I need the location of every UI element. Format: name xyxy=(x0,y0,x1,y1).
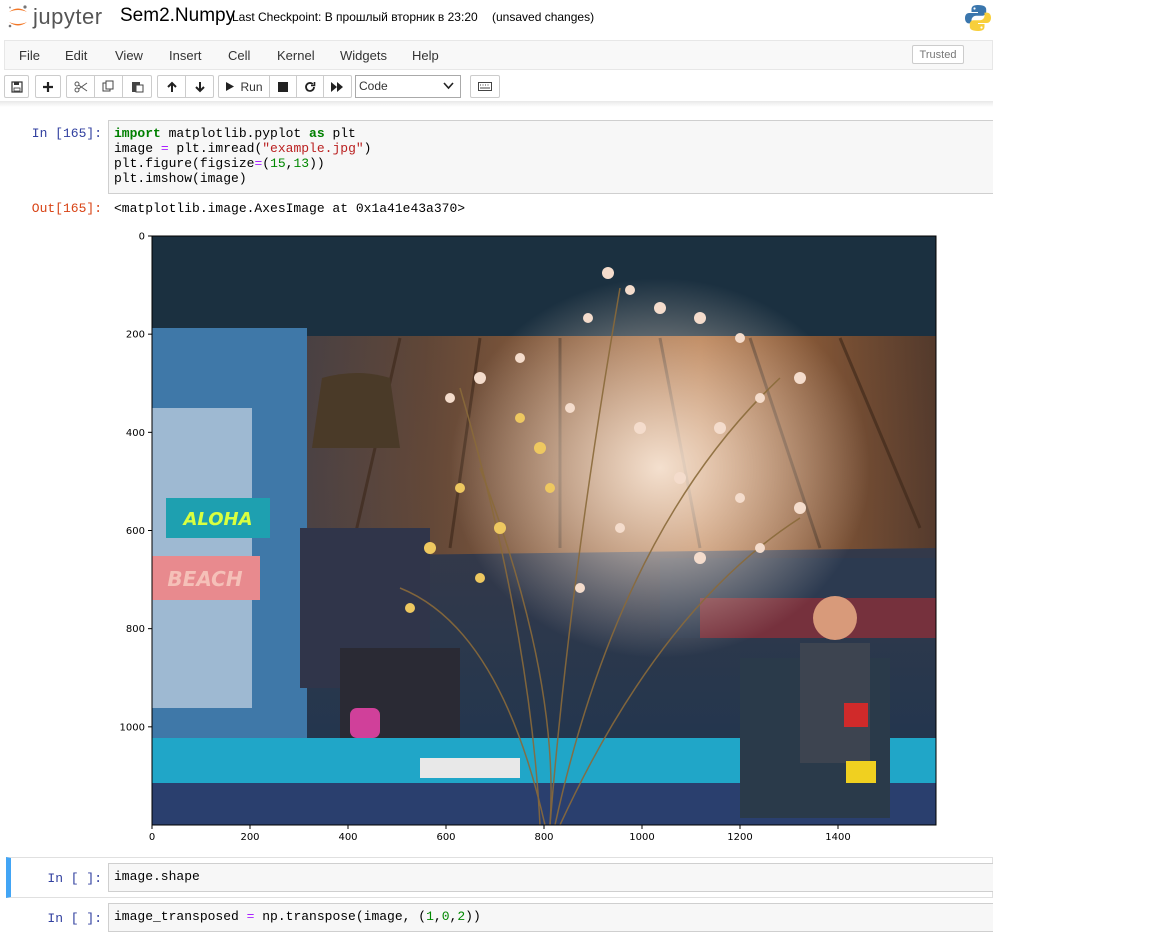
run-label: Run xyxy=(240,79,263,94)
paste-button[interactable] xyxy=(122,75,152,98)
cell-type-select[interactable]: Code xyxy=(355,75,461,98)
toolbar: Run xyxy=(0,72,993,102)
menu-view[interactable]: View xyxy=(115,48,143,63)
move-down-button[interactable] xyxy=(185,75,214,98)
run-button[interactable]: Run xyxy=(218,75,270,98)
code-input[interactable]: image.shape xyxy=(108,863,993,892)
scissors-icon xyxy=(74,81,87,92)
input-prompt: In [ ]: xyxy=(47,911,102,926)
keyboard-icon xyxy=(478,82,492,91)
notebook-header: jupyter Sem2.Numpy Last Checkpoint: В пр… xyxy=(0,0,993,40)
cell-type-value: Code xyxy=(359,79,388,93)
y-tick-label: 0 xyxy=(139,232,145,243)
menu-kernel[interactable]: Kernel xyxy=(277,48,315,63)
y-tick-label: 1000 xyxy=(120,722,145,733)
command-palette-button[interactable] xyxy=(470,75,500,98)
y-tick-label: 400 xyxy=(126,428,145,439)
jupyter-wordmark: jupyter xyxy=(33,4,103,29)
y-axis: 0 200 400 600 800 1000 xyxy=(120,232,152,733)
cut-button[interactable] xyxy=(66,75,95,98)
x-tick-label: 400 xyxy=(338,832,357,843)
x-tick-label: 0 xyxy=(149,832,155,843)
menu-cell[interactable]: Cell xyxy=(228,48,250,63)
menu-help[interactable]: Help xyxy=(412,48,439,63)
code-line: image.shape xyxy=(114,869,200,884)
header-shadow xyxy=(0,101,993,107)
menu-file[interactable]: File xyxy=(19,48,40,63)
code-input[interactable]: image_transposed = np.transpose(image, (… xyxy=(108,903,993,932)
code-line: image = plt.imread("example.jpg") xyxy=(114,141,372,156)
output-prompt: Out[165]: xyxy=(31,201,102,216)
arrow-down-icon xyxy=(194,81,205,92)
x-axis: 0 200 400 600 800 1000 1200 1400 xyxy=(149,825,851,843)
neon-sign-text: BEACH xyxy=(167,567,242,591)
copy-icon xyxy=(102,80,114,92)
input-prompt: In [165]: xyxy=(31,126,102,141)
code-line: image_transposed = np.transpose(image, (… xyxy=(114,909,481,924)
restart-icon xyxy=(305,81,316,92)
copy-button[interactable] xyxy=(94,75,123,98)
restart-button[interactable] xyxy=(296,75,324,98)
play-icon xyxy=(226,82,235,91)
plus-icon xyxy=(43,81,53,92)
x-tick-label: 1000 xyxy=(629,832,654,843)
python-kernel-icon xyxy=(965,5,991,31)
y-tick-label: 200 xyxy=(126,330,145,341)
menubar: File Edit View Insert Cell Kernel Widget… xyxy=(4,40,993,70)
imshow-plot: ALOHA BEACH 0 200 400 600 800 1000 1200 1400 0 20… xyxy=(120,232,937,843)
arrow-up-icon xyxy=(166,81,177,92)
y-tick-label: 600 xyxy=(126,526,145,537)
x-tick-label: 800 xyxy=(534,832,553,843)
x-tick-label: 600 xyxy=(436,832,455,843)
insert-cell-button[interactable] xyxy=(35,75,61,98)
menu-edit[interactable]: Edit xyxy=(65,48,87,63)
x-tick-label: 1400 xyxy=(825,832,850,843)
save-icon xyxy=(10,80,23,93)
notebook-name[interactable]: Sem2.Numpy xyxy=(120,5,235,27)
move-up-button[interactable] xyxy=(157,75,186,98)
code-line: plt.imshow(image) xyxy=(114,171,247,186)
jupyter-logo-icon xyxy=(8,5,27,28)
photo-image: ALOHA BEACH xyxy=(152,236,936,825)
x-tick-label: 200 xyxy=(240,832,259,843)
jupyter-logo[interactable]: jupyter xyxy=(6,4,103,30)
save-button[interactable] xyxy=(4,75,29,98)
y-tick-label: 800 xyxy=(126,624,145,635)
trusted-indicator[interactable]: Trusted xyxy=(912,45,964,64)
restart-run-all-button[interactable] xyxy=(323,75,352,98)
checkpoint-status: Last Checkpoint: В прошлый вторник в 23:… xyxy=(232,10,478,24)
code-line: import matplotlib.pyplot as plt xyxy=(114,126,356,141)
menu-insert[interactable]: Insert xyxy=(169,48,202,63)
code-line: plt.figure(figsize=(15,13)) xyxy=(114,156,325,171)
menu-widgets[interactable]: Widgets xyxy=(340,48,387,63)
code-input[interactable]: import matplotlib.pyplot as plt image = p… xyxy=(108,120,993,194)
paste-icon xyxy=(131,82,143,93)
input-prompt: In [ ]: xyxy=(47,871,102,886)
stop-icon xyxy=(278,81,288,92)
chevron-down-icon xyxy=(443,82,454,90)
x-tick-label: 1200 xyxy=(727,832,752,843)
output-text: <matplotlib.image.AxesImage at 0x1a41e43… xyxy=(114,201,466,216)
autosave-status: (unsaved changes) xyxy=(492,10,595,24)
neon-sign-text: ALOHA xyxy=(181,509,252,530)
fast-forward-icon xyxy=(331,81,343,92)
interrupt-button[interactable] xyxy=(269,75,297,98)
